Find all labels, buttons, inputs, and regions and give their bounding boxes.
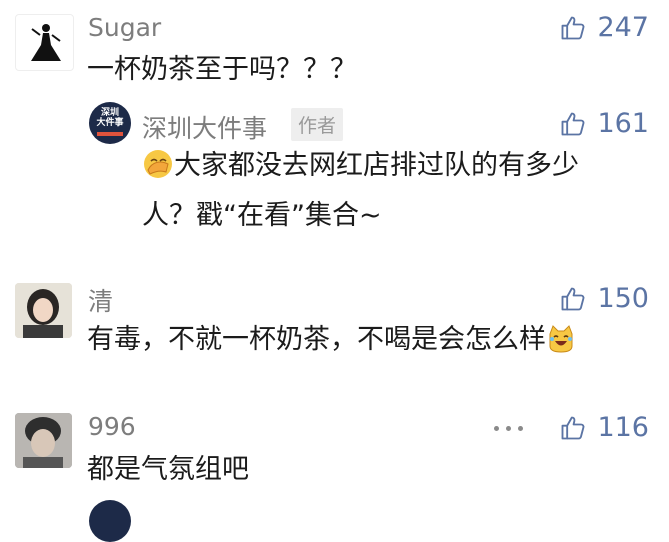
next-avatar-partial <box>89 500 131 542</box>
comment-text: 都是气氛组吧 <box>87 454 249 485</box>
avatar-stripe <box>97 132 123 136</box>
facepalm-emoji-icon <box>142 148 174 194</box>
comment-username[interactable]: 996 <box>88 412 136 441</box>
reply-like-button[interactable]: 161 <box>559 108 649 139</box>
avatar-996[interactable] <box>15 413 72 468</box>
avatar-label-bottom: 大件事 <box>96 118 124 128</box>
thumbs-up-icon <box>562 287 585 310</box>
like-button[interactable]: 116 <box>559 412 649 443</box>
like-count: 161 <box>597 108 649 139</box>
thumbs-up-icon <box>562 112 585 135</box>
avatar-label-top: 深圳 <box>100 108 119 118</box>
thumbs-up-icon <box>562 16 585 39</box>
like-button[interactable]: 150 <box>559 283 649 314</box>
avatar-author[interactable]: 深圳 大件事 <box>89 102 131 144</box>
author-badge: 作者 <box>291 108 344 141</box>
reply-line-2: 人？戳“在看”集合~ <box>142 200 382 231</box>
comment-username[interactable]: 清 <box>88 282 113 318</box>
like-button[interactable]: 247 <box>559 12 649 43</box>
author-name[interactable]: 深圳大件事 <box>142 109 267 145</box>
comment-username[interactable]: Sugar <box>88 13 161 42</box>
avatar-sugar[interactable] <box>15 14 74 71</box>
comment-text: 一杯奶茶至于吗？？？ <box>87 54 357 85</box>
comment-text: 有毒，不就一杯奶茶，不喝是会怎么样 <box>87 318 576 368</box>
more-dots-icon[interactable] <box>494 426 523 431</box>
like-count: 150 <box>597 283 649 314</box>
reply-line-1: 大家都没去网红店排过队的有多少 <box>174 150 579 181</box>
like-count: 116 <box>597 412 649 443</box>
cat-laughing-emoji-icon <box>546 324 576 368</box>
comment-text-body: 有毒，不就一杯奶茶，不喝是会怎么样 <box>87 324 546 355</box>
thumbs-up-icon <box>562 416 585 439</box>
reply-text: 大家都没去网红店排过队的有多少 人？戳“在看”集合~ <box>142 144 579 238</box>
like-count: 247 <box>597 12 649 43</box>
avatar-qing[interactable] <box>15 283 72 338</box>
